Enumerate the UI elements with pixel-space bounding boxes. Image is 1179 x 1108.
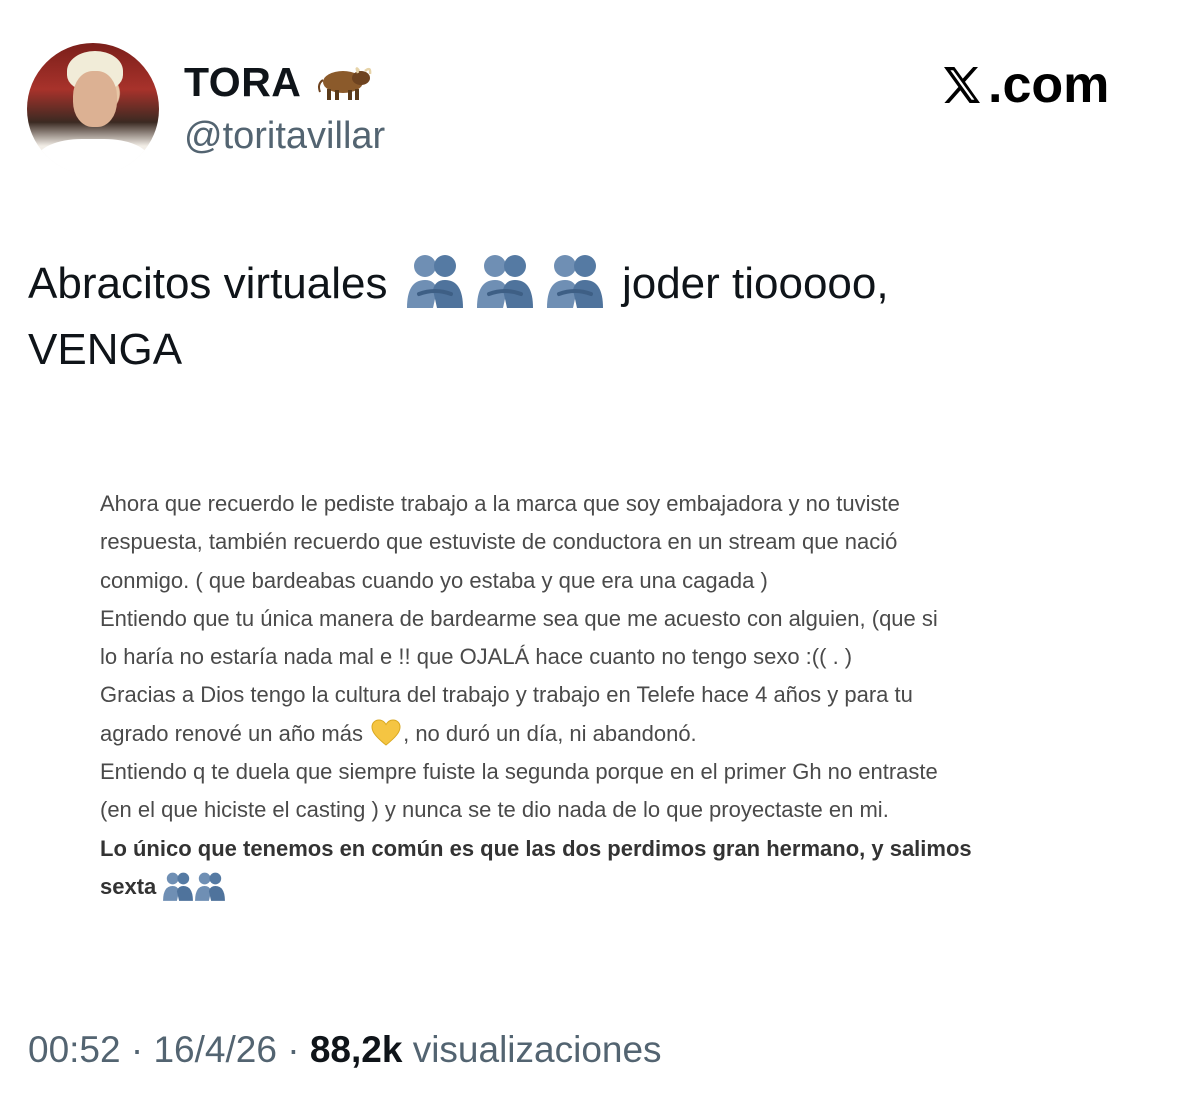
note-bold-line-with-hugs: sexta	[100, 868, 1090, 906]
display-name[interactable]: TORA	[184, 56, 373, 108]
people-hugging-icon	[475, 250, 535, 310]
note-line: conmigo. ( que bardeabas cuando yo estab…	[100, 567, 768, 593]
attached-note-text: Ahora que recuerdo le pediste trabajo a …	[100, 485, 1090, 906]
people-hugging-icon	[545, 250, 605, 310]
tweet-text: Abracitos virtuales joder tiooooo, VENGA	[28, 250, 1148, 383]
attached-image[interactable]: Ahora que recuerdo le pediste trabajo a …	[58, 450, 1118, 930]
yellow-heart-icon	[371, 719, 401, 747]
note-line: lo haría no estaría nada mal e !! que OJ…	[100, 644, 853, 670]
avatar[interactable]	[27, 43, 159, 175]
views-count[interactable]: 88,2k	[310, 1029, 403, 1070]
note-line: Entiendo que tu única manera de bardearm…	[100, 605, 938, 631]
tweet-text-part1: Abracitos virtuales	[28, 259, 388, 308]
avatar-dress	[37, 139, 149, 175]
note-line: Gracias a Dios tengo la cultura del trab…	[100, 682, 913, 708]
note-line-text: agrado renové un año más	[100, 720, 363, 746]
note-line-text: , no duró un día, ni abandonó.	[403, 720, 697, 746]
meta-separator: ·	[120, 1029, 154, 1070]
note-bold-text: sexta	[100, 873, 157, 899]
tweet-text-part2: joder tiooooo,	[621, 259, 889, 308]
tweet-text-part3: VENGA	[28, 325, 183, 374]
note-line-with-heart: agrado renové un año más , no duró un dí…	[100, 715, 1090, 753]
people-hugging-icon	[162, 870, 194, 902]
avatar-face	[73, 71, 117, 127]
note-line: Ahora que recuerdo le pediste trabajo a …	[100, 491, 900, 516]
x-logo-icon	[938, 61, 986, 109]
author-handle[interactable]: @toritavillar	[184, 112, 385, 160]
tweet-meta: 00:52 · 16/4/26 · 88,2k visualizaciones	[28, 1022, 662, 1078]
brand-watermark: .com	[938, 54, 1109, 116]
views-label[interactable]: visualizaciones	[413, 1029, 662, 1070]
brand-label: .com	[988, 56, 1110, 114]
note-bold-line: Lo único que tenemos en común es que las…	[100, 835, 972, 861]
display-name-text: TORA	[184, 59, 302, 105]
tweet-date[interactable]: 16/4/26	[153, 1029, 276, 1070]
people-hugging-icon	[194, 870, 226, 902]
ox-icon	[315, 62, 373, 102]
note-line: respuesta, también recuerdo que estuvist…	[100, 529, 898, 555]
tweet-time[interactable]: 00:52	[28, 1029, 121, 1070]
meta-separator: ·	[276, 1029, 310, 1070]
people-hugging-icon	[405, 250, 465, 310]
note-line: Entiendo q te duela que siempre fuiste l…	[100, 759, 938, 785]
note-line: (en el que hiciste el casting ) y nunca …	[100, 797, 889, 823]
